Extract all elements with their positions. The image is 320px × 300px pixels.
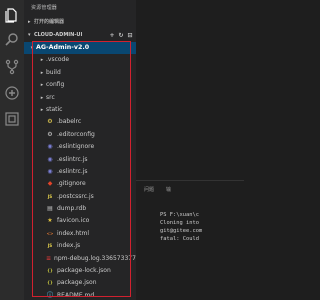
chevron-down-icon: ▾: [30, 45, 34, 51]
file-label: favicon.ico: [57, 217, 90, 225]
file-label: .eslintignore: [57, 143, 95, 151]
json-icon: {}: [47, 268, 53, 274]
file-row[interactable]: ⚙ .babelrc: [24, 116, 136, 128]
tab-problems[interactable]: 问题: [144, 186, 154, 193]
git-icon: ◆: [47, 180, 53, 188]
file-label: dump.rdb: [57, 205, 87, 213]
source-control-icon[interactable]: [2, 56, 22, 78]
editor-area: [136, 0, 244, 180]
terminal-output[interactable]: PS F:\xuan\c Cloning into git@gitee.com …: [136, 197, 244, 243]
file-label: .editorconfig: [57, 130, 95, 138]
activity-bar: [0, 0, 24, 300]
folder-label: build: [46, 68, 61, 76]
file-row[interactable]: ◆ .gitignore: [24, 178, 136, 190]
file-tree: ▾ AG-Admin-v2.0 ▸ .vscode ▸ build ▸ config ▸ sr…: [24, 42, 136, 300]
chevron-right-icon: ▸: [40, 57, 44, 64]
babel-icon: ⚙: [47, 118, 53, 126]
star-icon: ★: [47, 217, 53, 225]
file-row[interactable]: {} package.json: [24, 277, 136, 289]
file-row[interactable]: ⓘ README.md: [24, 290, 136, 300]
js-file-icon: JS: [47, 243, 53, 249]
file-label: .postcssrc.js: [57, 192, 94, 200]
folder-label: .vscode: [46, 56, 70, 64]
html-icon: <>: [46, 230, 54, 236]
root-folder-row[interactable]: ▾ AG-Admin-v2.0: [24, 42, 136, 55]
file-label: README.md: [57, 291, 95, 299]
folder-row[interactable]: ▸ static: [24, 104, 136, 116]
file-label: package.json: [57, 279, 97, 287]
files-icon[interactable]: [2, 4, 22, 26]
file-row[interactable]: ◉ .eslintignore: [24, 141, 136, 153]
folder-label: config: [46, 81, 65, 89]
folder-label: static: [46, 105, 63, 113]
chevron-right-icon: ▸: [40, 82, 44, 89]
js-file-icon: JS: [47, 193, 53, 199]
file-label: .eslintrc.js: [57, 155, 88, 163]
file-row[interactable]: ◉ .eslintrc.js: [24, 166, 136, 178]
chevron-right-icon: ▸: [40, 94, 44, 101]
open-editors-label: 打开的编辑器: [34, 19, 65, 25]
chevron-right-icon: ▸: [40, 69, 44, 76]
panel-tabs: 问题 输: [136, 181, 244, 197]
file-row[interactable]: ★ favicon.ico: [24, 215, 136, 227]
terminal-line: PS F:\xuan\c: [160, 212, 199, 218]
file-label: npm-debug.log.3365733778: [54, 254, 136, 262]
open-editors-section[interactable]: ▸ 打开的编辑器: [24, 16, 136, 29]
file-row[interactable]: JS index.js: [24, 240, 136, 252]
file-label: .eslintrc.js: [57, 167, 88, 175]
folder-label: src: [46, 93, 55, 101]
bottom-panel: 问题 输 PS F:\xuan\c Cloning into git@gitee…: [136, 180, 244, 300]
eslint-icon: ◉: [47, 167, 53, 175]
search-icon[interactable]: [2, 28, 22, 50]
folder-row[interactable]: ▸ src: [24, 92, 136, 104]
file-row[interactable]: ▤ dump.rdb: [24, 203, 136, 215]
terminal-line: fatal: Could: [160, 236, 199, 242]
file-row[interactable]: ◉ .eslintrc.js: [24, 154, 136, 166]
file-row[interactable]: JS .postcssrc.js: [24, 191, 136, 203]
file-row[interactable]: {} package-lock.json: [24, 265, 136, 277]
tab-output[interactable]: 输: [166, 186, 171, 193]
eslint-icon: ◉: [47, 143, 53, 151]
file-row[interactable]: ⚙ .editorconfig: [24, 129, 136, 141]
terminal-line: git@gitee.com: [160, 228, 203, 234]
eslint-icon: ◉: [47, 155, 53, 163]
info-icon: ⓘ: [46, 291, 53, 299]
debug-icon[interactable]: [2, 82, 22, 104]
file-label: .gitignore: [57, 180, 86, 188]
npm-icon: ≡: [46, 254, 52, 262]
sidebar-title: 资源管理器: [31, 5, 58, 11]
terminal-line: Cloning into: [160, 220, 199, 226]
root-folder-label: AG-Admin-v2.0: [36, 44, 90, 51]
folder-row[interactable]: ▸ .vscode: [24, 54, 136, 66]
file-label: index.js: [57, 242, 81, 250]
json-icon: {}: [47, 280, 53, 286]
workspace-folder-label: CLOUD-ADMIN-UI: [34, 32, 83, 38]
file-label: package-lock.json: [57, 267, 111, 275]
file-row[interactable]: ≡ npm-debug.log.3365733778: [24, 253, 136, 265]
extensions-icon[interactable]: [2, 108, 22, 130]
editorconfig-icon: ⚙: [47, 130, 53, 138]
database-icon: ▤: [47, 205, 53, 213]
collapse-all-icon[interactable]: ⊟: [127, 32, 133, 39]
chevron-right-icon: ▸: [40, 106, 44, 113]
folder-row[interactable]: ▸ build: [24, 67, 136, 79]
file-label: .babelrc: [57, 118, 82, 126]
new-file-icon[interactable]: +: [109, 32, 115, 39]
explorer-sidebar: 资源管理器 ▸ 打开的编辑器 ▾ CLOUD-ADMIN-UI + ↻ ⊟ ▾ …: [24, 0, 136, 300]
refresh-icon[interactable]: ↻: [118, 32, 124, 39]
workspace-folder-header[interactable]: ▾ CLOUD-ADMIN-UI + ↻ ⊟: [24, 29, 136, 42]
folder-row[interactable]: ▸ config: [24, 79, 136, 91]
file-label: index.html: [57, 229, 89, 237]
file-row[interactable]: <> index.html: [24, 228, 136, 240]
